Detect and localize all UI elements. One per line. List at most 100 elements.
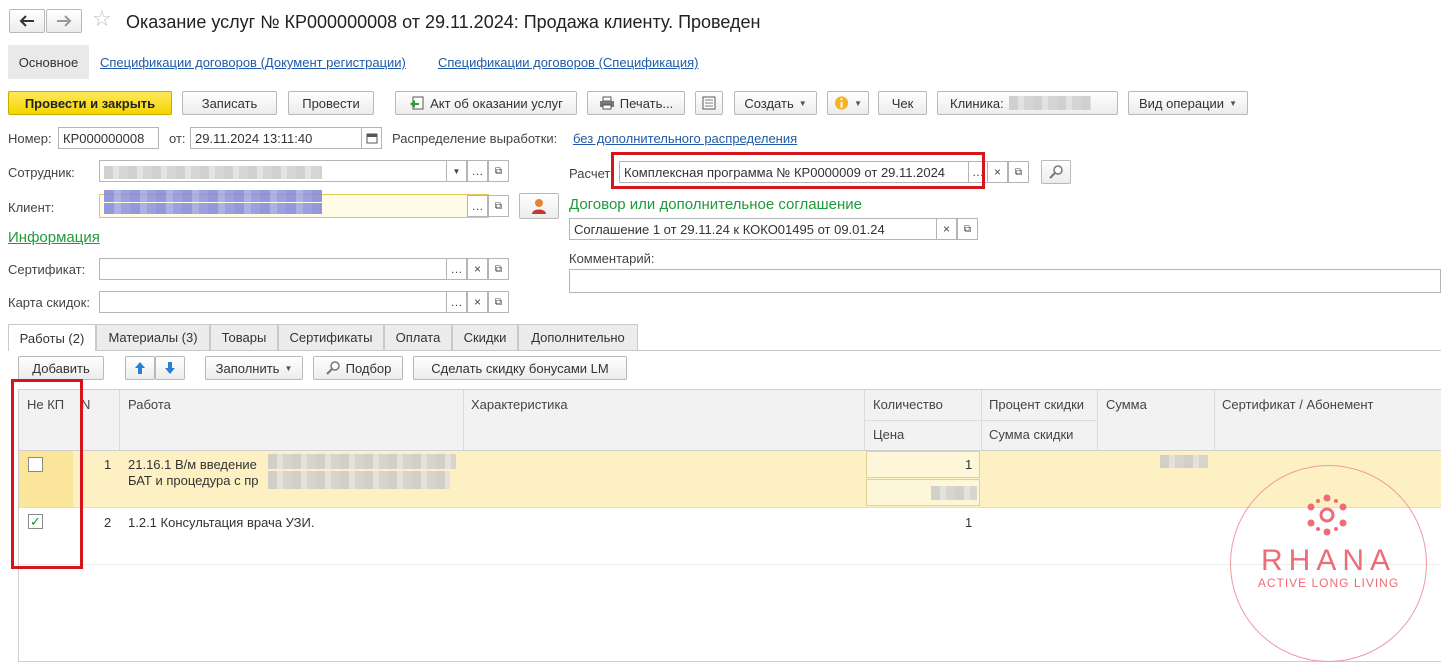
employee-select-button[interactable]: …: [467, 160, 488, 182]
close-icon: ×: [473, 295, 481, 309]
document-arrow-icon: [410, 96, 424, 110]
contract-header: Договор или дополнительное соглашение: [569, 196, 863, 213]
info-icon: [834, 96, 849, 110]
report-icon: [702, 96, 716, 110]
col-certificate[interactable]: Сертификат / Абонемент: [1222, 397, 1374, 412]
receipt-button[interactable]: Чек: [878, 91, 927, 115]
operation-type-button[interactable]: Вид операции ▼: [1128, 91, 1248, 115]
post-and-close-button[interactable]: Провести и закрыть: [8, 91, 172, 115]
tabs-baseline: [96, 350, 1441, 351]
certificate-open-button[interactable]: ⧉: [488, 258, 509, 280]
discount-card-clear-button[interactable]: ×: [467, 291, 488, 313]
client-select-button[interactable]: …: [467, 195, 488, 217]
tab-materials[interactable]: Материалы (3): [96, 324, 210, 350]
col-divider: [119, 390, 120, 450]
number-field[interactable]: КР000000008: [58, 127, 159, 149]
link-contract-specs[interactable]: Спецификации договоров (Спецификация): [438, 55, 699, 70]
col-sum[interactable]: Сумма: [1106, 397, 1147, 412]
row-1-bottom: [19, 507, 1441, 508]
discount-card-field[interactable]: [99, 291, 447, 313]
print-button[interactable]: Печать...: [587, 91, 685, 115]
bonus-discount-button[interactable]: Сделать скидку бонусами LM: [413, 356, 627, 380]
forward-button[interactable]: [46, 9, 82, 33]
employee-open-button[interactable]: ⧉: [488, 160, 509, 182]
clinic-label: Клиника:: [950, 95, 1004, 111]
move-down-button[interactable]: [155, 356, 185, 380]
col-characteristic[interactable]: Характеристика: [471, 397, 568, 412]
col-work[interactable]: Работа: [128, 397, 171, 412]
comment-label: Комментарий:: [569, 251, 655, 266]
report-button[interactable]: [695, 91, 723, 115]
col-discount-sum[interactable]: Сумма скидки: [989, 427, 1073, 442]
calc-open-button[interactable]: ⧉: [1008, 161, 1029, 183]
printer-icon: [599, 96, 614, 110]
tab-goods[interactable]: Товары: [210, 324, 278, 350]
col-price[interactable]: Цена: [873, 427, 904, 442]
row-1-quantity-cell[interactable]: [866, 451, 980, 478]
chevron-down-icon: ▼: [452, 166, 461, 176]
tab-works[interactable]: Работы (2): [8, 324, 96, 351]
fill-button[interactable]: Заполнить ▼: [205, 356, 303, 380]
post-button[interactable]: Провести: [288, 91, 374, 115]
row-1-work-redacted-2: [268, 471, 450, 489]
date-field[interactable]: 29.11.2024 13:11:40: [190, 127, 362, 149]
favorite-star-icon[interactable]: ☆: [92, 8, 112, 30]
chevron-down-icon: ▼: [798, 98, 807, 108]
contract-open-button[interactable]: ⧉: [957, 218, 978, 240]
arrow-up-icon: [135, 362, 145, 374]
arrow-left-icon: [19, 15, 34, 27]
col-divider: [1097, 390, 1098, 450]
contract-clear-button[interactable]: ×: [936, 218, 957, 240]
info-link[interactable]: Информация: [8, 229, 100, 246]
tab-certificates[interactable]: Сертификаты: [278, 324, 384, 350]
certificate-clear-button[interactable]: ×: [467, 258, 488, 280]
row-1-sum-redacted: [1160, 455, 1208, 468]
tab-additional[interactable]: Дополнительно: [518, 324, 638, 350]
chevron-down-icon: ▼: [284, 363, 293, 373]
link-contract-specs-doc[interactable]: Спецификации договоров (Документ регистр…: [100, 55, 406, 70]
certificate-select-button[interactable]: …: [446, 258, 467, 280]
employee-dropdown-button[interactable]: ▼: [446, 160, 467, 182]
pick-button[interactable]: Подбор: [313, 356, 403, 380]
tab-main[interactable]: Основное: [8, 45, 89, 79]
row-1-n: 1: [104, 457, 112, 472]
calc-search-button[interactable]: [1041, 160, 1071, 184]
save-button[interactable]: Записать: [182, 91, 277, 115]
number-label: Номер:: [8, 131, 52, 146]
tab-payment[interactable]: Оплата: [384, 324, 452, 350]
row-1-quantity: 1: [965, 457, 973, 472]
contract-field[interactable]: Соглашение 1 от 29.11.24 к КОКО01495 от …: [569, 218, 937, 240]
client-card-button[interactable]: [519, 193, 559, 219]
discount-card-select-button[interactable]: …: [446, 291, 467, 313]
certificate-field[interactable]: [99, 258, 447, 280]
clinic-button[interactable]: Клиника:: [937, 91, 1118, 115]
certificate-label: Сертификат:: [8, 262, 86, 277]
close-icon: ×: [473, 262, 481, 276]
rhana-logo-icon: [1307, 494, 1347, 536]
move-up-button[interactable]: [125, 356, 155, 380]
act-button[interactable]: Акт об оказании услуг: [395, 91, 577, 115]
col-discount-percent[interactable]: Процент скидки: [989, 397, 1084, 412]
create-button[interactable]: Создать ▼: [734, 91, 817, 115]
distribution-link[interactable]: без дополнительного распределения: [573, 131, 797, 146]
watermark-tagline: ACTIVE LONG LIVING: [1257, 576, 1400, 590]
add-row-button[interactable]: Добавить: [18, 356, 104, 380]
open-icon: ⧉: [494, 200, 503, 212]
back-button[interactable]: [9, 9, 45, 33]
close-icon: ×: [942, 222, 950, 236]
calc-clear-button[interactable]: ×: [987, 161, 1008, 183]
tab-discounts[interactable]: Скидки: [452, 324, 518, 350]
row-1-work-line1: 21.16.1 В/м введение: [128, 457, 257, 472]
act-button-label: Акт об оказании услуг: [430, 95, 563, 111]
not-kp-highlight-box: [11, 379, 83, 569]
calendar-button[interactable]: [361, 127, 382, 149]
discount-card-open-button[interactable]: ⧉: [488, 291, 509, 313]
comment-field[interactable]: [569, 269, 1441, 293]
row-1-price-redacted: [931, 486, 977, 500]
calendar-icon: [366, 133, 377, 144]
client-open-button[interactable]: ⧉: [488, 195, 509, 217]
info-dropdown-button[interactable]: ▼: [827, 91, 869, 115]
row-2-n: 2: [104, 515, 112, 530]
col-quantity[interactable]: Количество: [873, 397, 943, 412]
page-title: Оказание услуг № КР000000008 от 29.11.20…: [126, 12, 761, 32]
